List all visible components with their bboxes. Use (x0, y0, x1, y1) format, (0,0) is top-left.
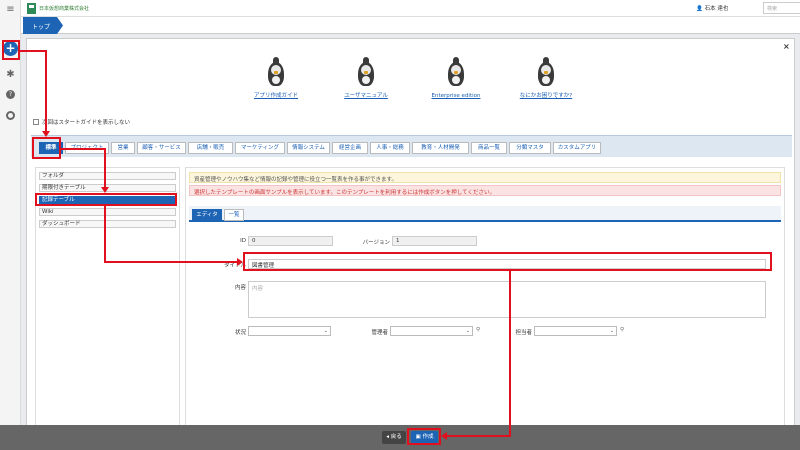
guide-item[interactable]: アプリ作成ガイド (231, 57, 321, 99)
tab-customer-service[interactable]: 顧客・サービス (137, 142, 186, 154)
company-name: 日本仮想商業株式会社 (39, 6, 90, 12)
annotation-arrow (45, 50, 47, 133)
tab-custom-app[interactable]: カスタムアプリ (553, 142, 601, 154)
guide-link[interactable]: Enterprise edition (432, 93, 481, 99)
user-name: 石本 達也 (704, 6, 729, 12)
content-textarea[interactable]: 内容 (248, 281, 766, 318)
tab-information-system[interactable]: 情報システム (287, 142, 330, 154)
annotation-arrowhead (42, 131, 50, 137)
gear-icon[interactable]: ✱ (0, 69, 21, 80)
list-item[interactable]: ダッシュボード (39, 220, 176, 228)
guide-link[interactable]: アプリ作成ガイド (254, 93, 298, 99)
menu-icon[interactable]: ≡ (0, 4, 21, 15)
user-icon[interactable]: ⚲ (620, 327, 624, 333)
guide-item[interactable]: ユーザマニュアル (321, 57, 411, 99)
list-item[interactable]: フォルダ (39, 172, 176, 180)
tab-editor[interactable]: エディタ (192, 209, 222, 221)
info-message: 資産管理やノウハウ集など情報の記録や管理に役立つ一覧表を作る事ができます。 (189, 172, 781, 183)
company-logo[interactable]: 日本仮想商業株式会社 (27, 3, 89, 14)
tab-product-list[interactable]: 商品一覧 (471, 142, 507, 154)
manager-label: 管理者 (371, 330, 388, 336)
annotation-arrow (104, 206, 106, 263)
penguin-icon (445, 57, 467, 87)
owner-select[interactable]: ⌄ (534, 326, 617, 336)
status-select[interactable]: ⌄ (248, 326, 331, 336)
penguin-icon (535, 57, 557, 87)
tab-education[interactable]: 教育・人材開発 (412, 142, 469, 154)
tab-store-sales[interactable]: 店舗・販売 (188, 142, 233, 154)
checkbox-label: 次回はスタートガイドを表示しない (42, 120, 131, 126)
chevron-down-icon: ⌄ (465, 328, 470, 334)
help-icon[interactable]: ? (0, 90, 21, 99)
template-preview: 資産管理やノウハウ集など情報の記録や管理に役立つ一覧表を作る事ができます。 選択… (185, 167, 785, 439)
annotation-arrow (104, 261, 238, 263)
user-icon[interactable] (0, 111, 21, 120)
guide-item[interactable]: なにかお困りですか? (501, 57, 591, 99)
tab-management-planning[interactable]: 経営企画 (332, 142, 368, 154)
annotation-arrow (446, 435, 511, 437)
checkbox[interactable] (33, 119, 39, 125)
version-label: バージョン (362, 240, 390, 246)
annotation-arrowhead (441, 432, 447, 440)
create-icon: ▣ (415, 434, 421, 440)
left-rail: ≡ + ✱ ? (0, 0, 21, 450)
start-guide-checkbox[interactable]: 次回はスタートガイドを表示しない (33, 118, 130, 126)
tab-standard[interactable]: 標準 (39, 142, 63, 154)
warning-message: 選択したテンプレートの画面サンプルを表示しています。このテンプレートを利用するに… (189, 185, 781, 196)
template-tabs: 標準 プロジェクト 営業 顧客・サービス 店舗・販売 マーケティング 情報システ… (31, 135, 792, 157)
breadcrumb-top[interactable]: トップ (23, 17, 63, 34)
annotation-arrowhead (101, 187, 109, 193)
owner-label: 担当者 (515, 330, 532, 336)
chevron-down-icon: ⌄ (609, 328, 614, 334)
create-button[interactable]: ▣ 作成 (411, 431, 438, 444)
tab-marketing[interactable]: マーケティング (235, 142, 285, 154)
penguin-icon (265, 57, 287, 87)
editor-tabs: エディタ 一覧 (189, 206, 781, 222)
create-label: 作成 (422, 434, 434, 440)
tab-category-master[interactable]: 分類マスタ (509, 142, 551, 154)
start-guide: アプリ作成ガイド ユーザマニュアル Enterprise edition なにか… (27, 57, 794, 127)
annotation-arrowhead (237, 258, 243, 266)
tab-sales[interactable]: 営業 (111, 142, 135, 154)
content-label: 内容 (234, 285, 246, 291)
back-icon: ◂ (386, 434, 389, 440)
footer-bar: ◂ 戻る ▣ 作成 (0, 425, 800, 450)
breadcrumb: トップ (21, 17, 800, 34)
annotation-arrow (20, 50, 47, 52)
top-header: 日本仮想商業株式会社 👤 石本 達也 検索 (21, 0, 800, 17)
title-input[interactable]: 図書管理 (248, 259, 766, 269)
manager-select[interactable]: ⌄ (390, 326, 473, 336)
penguin-icon (355, 57, 377, 87)
logo-icon (27, 3, 36, 14)
tab-list[interactable]: 一覧 (224, 209, 244, 221)
template-list: フォルダ 期限付きテーブル 記録テーブル Wiki ダッシュボード (35, 167, 180, 439)
close-icon[interactable]: × (783, 42, 790, 51)
user-icon: 👤 (696, 6, 703, 12)
list-item[interactable]: Wiki (39, 208, 176, 216)
id-field: 0 (248, 236, 333, 246)
annotation-arrow (61, 148, 106, 150)
tab-hr-general[interactable]: 人事・総務 (370, 142, 410, 154)
guide-item[interactable]: Enterprise edition (411, 57, 501, 99)
user-menu[interactable]: 👤 石本 達也 (696, 4, 728, 12)
main-card: × アプリ作成ガイド ユーザマニュアル Enterprise edition な… (26, 38, 795, 450)
search-input[interactable]: 検索 (763, 2, 800, 14)
guide-link[interactable]: なにかお困りですか? (520, 93, 572, 99)
chevron-down-icon: ⌄ (323, 328, 328, 334)
list-item-selected[interactable]: 記録テーブル (39, 196, 176, 206)
annotation-arrow (509, 271, 511, 437)
guide-link[interactable]: ユーザマニュアル (344, 93, 388, 99)
version-field: 1 (392, 236, 477, 246)
id-label: ID (240, 238, 246, 244)
back-label: 戻る (390, 434, 402, 440)
user-icon[interactable]: ⚲ (476, 327, 480, 333)
add-icon[interactable]: + (0, 41, 21, 56)
back-button[interactable]: ◂ 戻る (382, 431, 406, 444)
annotation-arrow (104, 148, 106, 188)
status-label: 状況 (234, 330, 246, 336)
